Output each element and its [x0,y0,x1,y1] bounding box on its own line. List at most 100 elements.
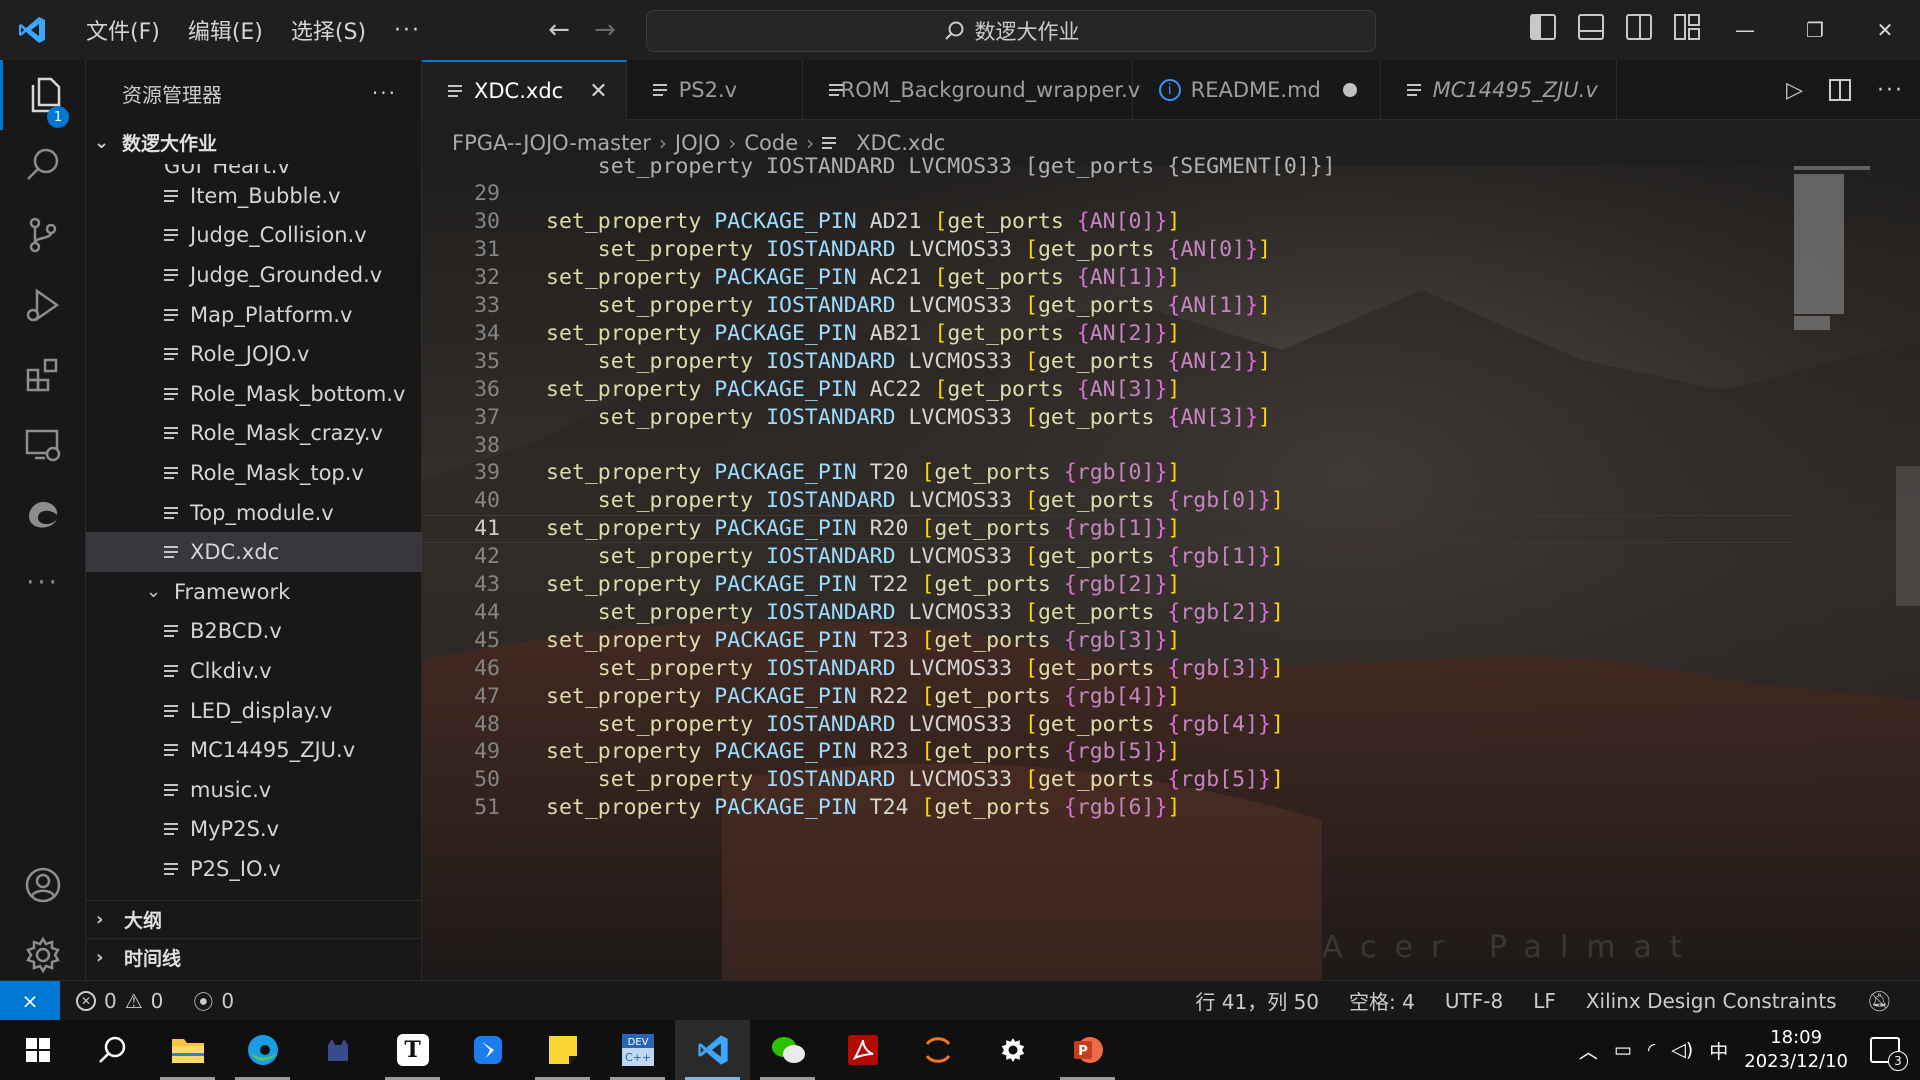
code-line[interactable]: 31 set_property IOSTANDARD LVCMOS33 [get… [422,236,1792,264]
minimize-icon[interactable]: — [1710,0,1780,60]
battery-icon[interactable]: ▭ [1614,1039,1632,1061]
code-line[interactable]: 43 set_property PACKAGE_PIN T22 [get_port… [422,571,1792,599]
tree-file[interactable]: Role_Mask_crazy.v [86,414,422,454]
tab-readme[interactable]: i README.md [1133,60,1381,120]
wechat-app[interactable] [750,1020,825,1080]
edge-browser-app[interactable] [225,1020,300,1080]
explorer-more-button[interactable]: ··· [372,81,397,105]
code-line[interactable]: 45 set_property PACKAGE_PIN T23 [get_port… [422,626,1792,654]
feishu-app[interactable] [450,1020,525,1080]
notifications-bell-icon[interactable]: 🔕︎ [1867,989,1892,1013]
root-folder[interactable]: ⌄ 数逻大作业 [86,126,421,158]
tree-file[interactable]: Item_Bubble.v [86,176,422,216]
end-of-line[interactable]: LF [1533,989,1556,1013]
tree-file[interactable]: B2BCD.v [86,612,422,652]
forward-arrow-icon[interactable]: → [582,15,628,45]
code-line[interactable]: 35 set_property IOSTANDARD LVCMOS33 [get… [422,347,1792,375]
cursor-position[interactable]: 行 41，列 50 [1195,986,1319,1015]
code-line[interactable]: 37 set_property IOSTANDARD LVCMOS33 [get… [422,403,1792,431]
edge-tools-activity[interactable] [0,480,86,550]
tree-file[interactable]: Map_Platform.v [86,295,422,335]
tab-rom-background[interactable]: ROM_Background_wrapper.v [803,60,1140,120]
tree-file[interactable]: music.v [86,770,422,810]
source-control-activity[interactable] [0,200,86,270]
settings-app[interactable] [975,1020,1050,1080]
toggle-secondary-sidebar-icon[interactable] [1626,14,1652,40]
timeline-section[interactable]: › 时间线 [86,938,422,976]
tree-file[interactable]: P2S_IO.v [86,849,422,889]
code-editor[interactable]: set_property IOSTANDARD LVCMOS33 [get_po… [422,154,1792,980]
tree-file[interactable]: Role_Mask_bottom.v [86,374,422,414]
typora-app[interactable]: T [375,1020,450,1080]
pet-app[interactable] [300,1020,375,1080]
run-icon[interactable]: ▷ [1786,78,1803,103]
accounts-activity[interactable] [0,850,86,920]
code-line[interactable]: 41 set_property PACKAGE_PIN R20 [get_port… [422,514,1792,543]
customize-layout-icon[interactable] [1674,14,1700,40]
volume-icon[interactable]: ◁) [1671,1039,1693,1061]
tree-file[interactable]: Role_JOJO.v [86,334,422,374]
close-tab-icon[interactable]: ✕ [589,79,607,104]
run-debug-activity[interactable] [0,270,86,340]
code-line[interactable]: 49 set_property PACKAGE_PIN R23 [get_port… [422,738,1792,766]
code-line[interactable]: 40 set_property IOSTANDARD LVCMOS33 [get… [422,487,1792,515]
remote-explorer-activity[interactable] [0,410,86,480]
split-editor-icon[interactable] [1829,79,1852,101]
search-activity[interactable] [0,130,86,200]
tree-folder-framework[interactable]: ⌄ Framework [86,572,422,612]
code-line[interactable]: 30 set_property PACKAGE_PIN AD21 [get_por… [422,208,1792,236]
language-mode[interactable]: Xilinx Design Constraints [1586,989,1837,1013]
tab-ps2[interactable]: PS2.v [627,60,803,120]
back-arrow-icon[interactable]: ← [536,15,582,45]
code-line[interactable]: 34 set_property PACKAGE_PIN AB21 [get_por… [422,320,1792,348]
code-line[interactable]: 44 set_property IOSTANDARD LVCMOS33 [get… [422,599,1792,627]
taskbar-search[interactable] [75,1020,150,1080]
tree-file[interactable]: MyP2S.v [86,810,422,850]
command-center-search[interactable]: 数逻大作业 [646,10,1376,52]
code-line[interactable]: 38 [422,431,1792,459]
jupyter-app[interactable] [900,1020,975,1080]
vertical-scrollbar[interactable] [1896,166,1920,980]
tree-file[interactable]: MC14495_ZJU.v [86,730,422,770]
tree-file[interactable]: Role_Mask_top.v [86,453,422,493]
code-line[interactable]: 32 set_property PACKAGE_PIN AC21 [get_por… [422,264,1792,292]
file-explorer-app[interactable] [150,1020,225,1080]
problems-indicator[interactable]: ✕ 0 ⚠ 0 ⦿ 0 [76,986,234,1015]
powerpoint-app[interactable]: P [1050,1020,1125,1080]
more-views-button[interactable]: ··· [0,548,86,618]
remote-indicator-icon[interactable]: ⨯ [0,980,60,1021]
encoding[interactable]: UTF-8 [1445,989,1503,1013]
tree-file[interactable]: Top_module.v [86,493,422,533]
code-line[interactable]: 36 set_property PACKAGE_PIN AC22 [get_por… [422,375,1792,403]
clock[interactable]: 18:09 2023/12/10 [1744,1026,1848,1074]
code-line[interactable]: 39 set_property PACKAGE_PIN T20 [get_port… [422,459,1792,487]
code-line[interactable]: 47 set_property PACKAGE_PIN R22 [get_port… [422,682,1792,710]
scrollbar-thumb[interactable] [1896,466,1920,606]
code-line[interactable]: 42 set_property IOSTANDARD LVCMOS33 [get… [422,543,1792,571]
outline-section[interactable]: › 大纲 [86,900,422,938]
explorer-activity[interactable]: 1 [0,60,86,130]
code-line[interactable]: 33 set_property IOSTANDARD LVCMOS33 [get… [422,292,1792,320]
chevron-up-icon[interactable]: ︿ [1579,1037,1598,1064]
code-line[interactable]: 46 set_property IOSTANDARD LVCMOS33 [get… [422,654,1792,682]
toggle-primary-sidebar-icon[interactable] [1530,14,1556,40]
tree-file[interactable]: Clkdiv.v [86,651,422,691]
restore-icon[interactable]: ❐ [1780,0,1850,60]
code-line[interactable]: 50 set_property IOSTANDARD LVCMOS33 [get… [422,766,1792,794]
ime-indicator[interactable]: 中 [1709,1037,1728,1064]
tree-file[interactable]: LED_display.v [86,691,422,731]
menu-item[interactable]: 文件(F) [72,14,174,46]
notification-center-icon[interactable]: 3 [1870,1037,1908,1071]
dev-cpp-app[interactable]: DEV C++ [600,1020,675,1080]
tree-file[interactable]: Judge_Grounded.v [86,255,422,295]
wifi-icon[interactable]: ◜ [1648,1039,1655,1061]
toggle-panel-icon[interactable] [1578,14,1604,40]
more-actions-button[interactable]: ··· [1877,78,1904,103]
tab-mc14495[interactable]: MC14495_ZJU.v [1381,60,1617,120]
code-line[interactable]: 51 set_property PACKAGE_PIN T24 [get_port… [422,794,1792,822]
close-window-icon[interactable]: ✕ [1850,0,1920,60]
tab-xdc[interactable]: XDC.xdc ✕ [422,60,627,120]
vscode-app[interactable] [675,1020,750,1080]
tree-file[interactable]: XDC.xdc [86,532,422,572]
menu-item[interactable]: 选择(S) [277,14,380,46]
